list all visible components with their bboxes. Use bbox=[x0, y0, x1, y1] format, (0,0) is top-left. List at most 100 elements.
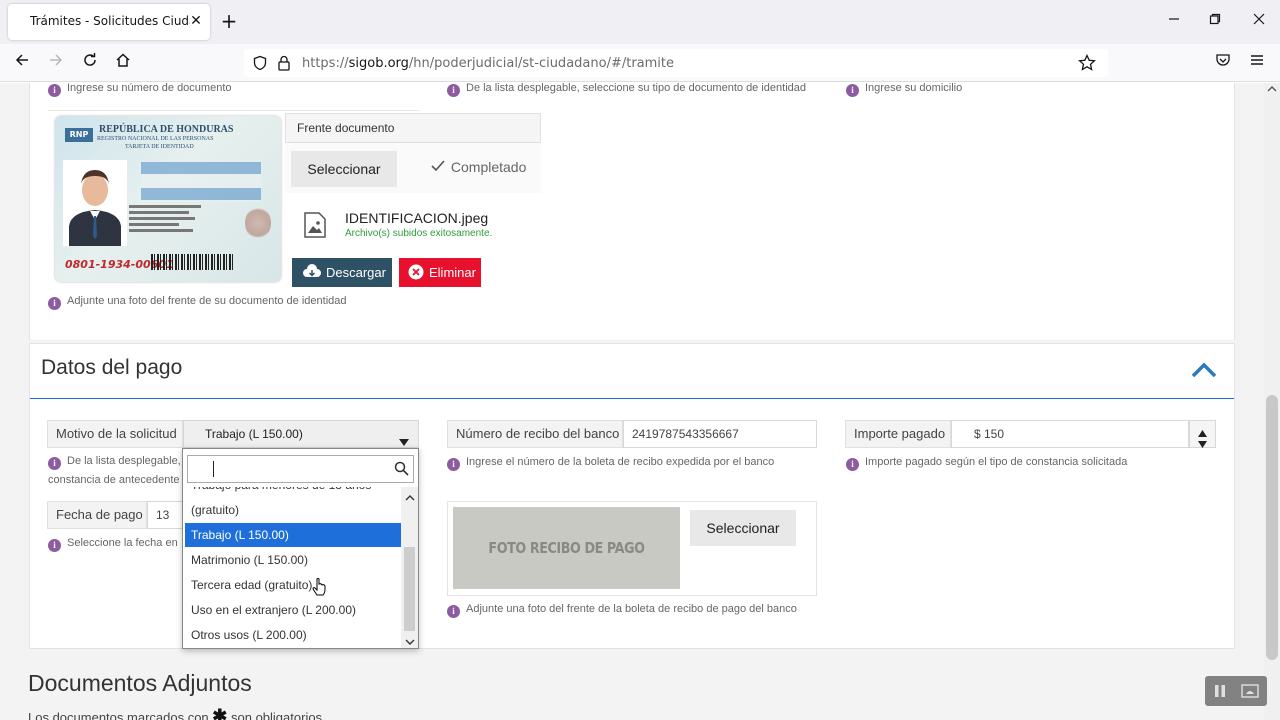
fecha-hint: i Seleccione la fecha en bbox=[48, 537, 178, 552]
home-icon[interactable] bbox=[112, 52, 134, 74]
download-label: Descargar bbox=[326, 265, 386, 280]
scroll-up-arrow-icon[interactable] bbox=[405, 491, 415, 505]
picture-in-picture-icon[interactable] bbox=[1241, 684, 1259, 701]
caret-down-icon[interactable] bbox=[1198, 437, 1207, 451]
close-tab-icon[interactable]: ✕ bbox=[188, 12, 204, 30]
rnp-logo: RNP bbox=[65, 128, 93, 142]
fecha-input[interactable]: 13 bbox=[147, 501, 187, 529]
upload-status-text: Completado bbox=[450, 159, 527, 175]
dropdown-search-input[interactable] bbox=[187, 455, 414, 483]
info-icon: i bbox=[447, 605, 460, 618]
documents-title: Documentos Adjuntos bbox=[28, 670, 252, 696]
info-icon: i bbox=[48, 539, 61, 552]
recibo-label: Número de recibo del banco bbox=[447, 420, 623, 448]
reload-icon[interactable] bbox=[79, 52, 101, 74]
address-hint-text: Ingrese su domicilio bbox=[865, 82, 963, 94]
address-bar[interactable]: https://sigob.org/hn/poderjudicial/st-ci… bbox=[244, 49, 1108, 77]
delete-button[interactable]: Eliminar bbox=[399, 258, 481, 287]
id-card-preview[interactable]: RNP REPÚBLICA DE HONDURAS REGISTRO NACIO… bbox=[55, 116, 281, 282]
dropdown-option[interactable]: Uso en el extranjero (L 200.00) bbox=[185, 598, 401, 622]
minimize-icon[interactable] bbox=[1165, 12, 1183, 30]
text-cursor bbox=[213, 461, 214, 477]
url-text[interactable]: https://sigob.org/hn/poderjudicial/st-ci… bbox=[302, 56, 674, 71]
tab-title: Trámites - Solicitudes Ciudadan bbox=[30, 14, 190, 28]
documents-note-after: son obligatorios bbox=[231, 710, 323, 720]
uploaded-file-status: Archivo(s) subidos exitosamente. bbox=[345, 228, 493, 239]
motivo-hint-text: De la lista desplegable, bbox=[67, 455, 181, 467]
info-icon: i bbox=[846, 458, 859, 471]
dropdown-option[interactable]: Trabajo para menores de 18 años bbox=[185, 487, 401, 497]
documents-note-before: Los documentos marcados con bbox=[28, 710, 209, 720]
flag-watermark bbox=[141, 162, 261, 202]
back-icon[interactable] bbox=[11, 52, 33, 74]
importe-stepper[interactable] bbox=[1189, 420, 1216, 448]
delete-label: Eliminar bbox=[429, 265, 476, 280]
dropdown-option[interactable]: Matrimonio (L 150.00) bbox=[185, 548, 401, 572]
forward-icon[interactable] bbox=[45, 52, 67, 74]
page-scroll-thumb[interactable] bbox=[1266, 395, 1278, 660]
chevron-up-icon[interactable] bbox=[1190, 360, 1218, 383]
browser-nav-bar: https://sigob.org/hn/poderjudicial/st-ci… bbox=[0, 44, 1280, 82]
dropdown-option[interactable]: Otros usos (L 200.00) bbox=[185, 623, 401, 647]
address-hint: i Ingrese su domicilio bbox=[846, 82, 962, 97]
url-prefix: https:// bbox=[302, 56, 349, 71]
motivo-select[interactable]: Trabajo (L 150.00) bbox=[183, 420, 419, 448]
image-file-icon bbox=[303, 212, 327, 241]
upload-hint-text: Adjunte una foto del frente de su docume… bbox=[67, 295, 347, 307]
recibo-hint: i Ingrese el número de la boleta de recib… bbox=[447, 456, 774, 471]
id-card-text-lines bbox=[129, 202, 209, 235]
restore-icon[interactable] bbox=[1206, 12, 1224, 30]
select-file-button[interactable]: Seleccionar bbox=[291, 151, 397, 187]
download-button[interactable]: Descargar bbox=[292, 258, 392, 287]
importe-hint: i Importe pagado según el tipo de constan… bbox=[846, 456, 1127, 471]
barcode bbox=[151, 254, 233, 270]
dropdown-option-selected[interactable]: Trabajo (L 150.00) bbox=[185, 523, 401, 547]
mouse-pointer-icon bbox=[312, 578, 326, 603]
close-circle-icon bbox=[408, 264, 424, 284]
uploaded-file-name: IDENTIFICACION.jpeg bbox=[345, 210, 489, 226]
recibo-input[interactable]: 2419787543356667 bbox=[623, 420, 817, 448]
select-receipt-button[interactable]: Seleccionar bbox=[690, 510, 796, 546]
info-icon: i bbox=[48, 457, 61, 470]
id-photo bbox=[63, 160, 127, 246]
dropdown-option[interactable]: (gratuito) bbox=[185, 498, 401, 522]
dropdown-options-viewport: Trabajo para menores de 18 años (gratuit… bbox=[183, 487, 401, 648]
receipt-hint: i Adjunte una foto del frente de la bolet… bbox=[447, 603, 797, 618]
receipt-photo-placeholder[interactable]: FOTO RECIBO DE PAGO bbox=[453, 507, 680, 589]
fecha-label: Fecha de pago bbox=[47, 501, 147, 529]
info-icon: i bbox=[447, 84, 460, 97]
info-icon: i bbox=[846, 84, 859, 97]
menu-icon[interactable] bbox=[1246, 52, 1268, 74]
dropdown-scroll-thumb[interactable] bbox=[404, 547, 415, 631]
bookmark-star-icon[interactable] bbox=[1078, 53, 1096, 75]
cloud-download-icon bbox=[302, 264, 322, 284]
receipt-hint-text: Adjunte una foto del frente de la boleta… bbox=[466, 603, 797, 615]
shield-icon[interactable] bbox=[252, 55, 268, 74]
pocket-icon[interactable] bbox=[1212, 52, 1234, 74]
motivo-label: Motivo de la solicitud bbox=[47, 420, 183, 448]
fingerprint-image bbox=[245, 206, 271, 240]
id-card-type: TARJETA DE IDENTIDAD bbox=[125, 144, 194, 150]
checkmark-icon bbox=[431, 159, 447, 175]
receipt-photo-label: FOTO RECIBO DE PAGO bbox=[488, 539, 645, 557]
upload-header: Frente documento bbox=[285, 113, 541, 143]
importe-input[interactable]: $ 150 bbox=[951, 420, 1189, 448]
importe-hint-text: Importe pagado según el tipo de constanc… bbox=[865, 456, 1128, 468]
info-icon: i bbox=[48, 297, 61, 310]
new-tab-icon[interactable]: + bbox=[220, 11, 238, 31]
video-overlay-controls[interactable] bbox=[1205, 676, 1267, 706]
scroll-up-icon[interactable] bbox=[1264, 83, 1280, 99]
motivo-dropdown-list[interactable]: Trabajo para menores de 18 años (gratuit… bbox=[182, 448, 419, 649]
upload-hint: i Adjunte una foto del frente de su docum… bbox=[48, 295, 347, 310]
close-window-icon[interactable] bbox=[1250, 12, 1268, 30]
pause-icon[interactable] bbox=[1213, 684, 1227, 701]
lock-icon[interactable] bbox=[277, 55, 291, 74]
recibo-hint-text: Ingrese el número de la boleta de recibo… bbox=[466, 456, 775, 468]
id-card-country: REPÚBLICA DE HONDURAS bbox=[99, 124, 234, 135]
scroll-down-arrow-icon[interactable] bbox=[405, 635, 415, 648]
dropdown-option[interactable]: Tercera edad (gratuito) bbox=[185, 573, 401, 597]
doc-number-hint: i Ingrese su número de documento bbox=[48, 82, 232, 97]
upload-status: Completado bbox=[431, 159, 526, 175]
doc-type-hint: i De la lista desplegable, seleccione su … bbox=[447, 82, 806, 97]
browser-tab[interactable]: Trámites - Solicitudes Ciudadan ✕ bbox=[8, 4, 210, 40]
